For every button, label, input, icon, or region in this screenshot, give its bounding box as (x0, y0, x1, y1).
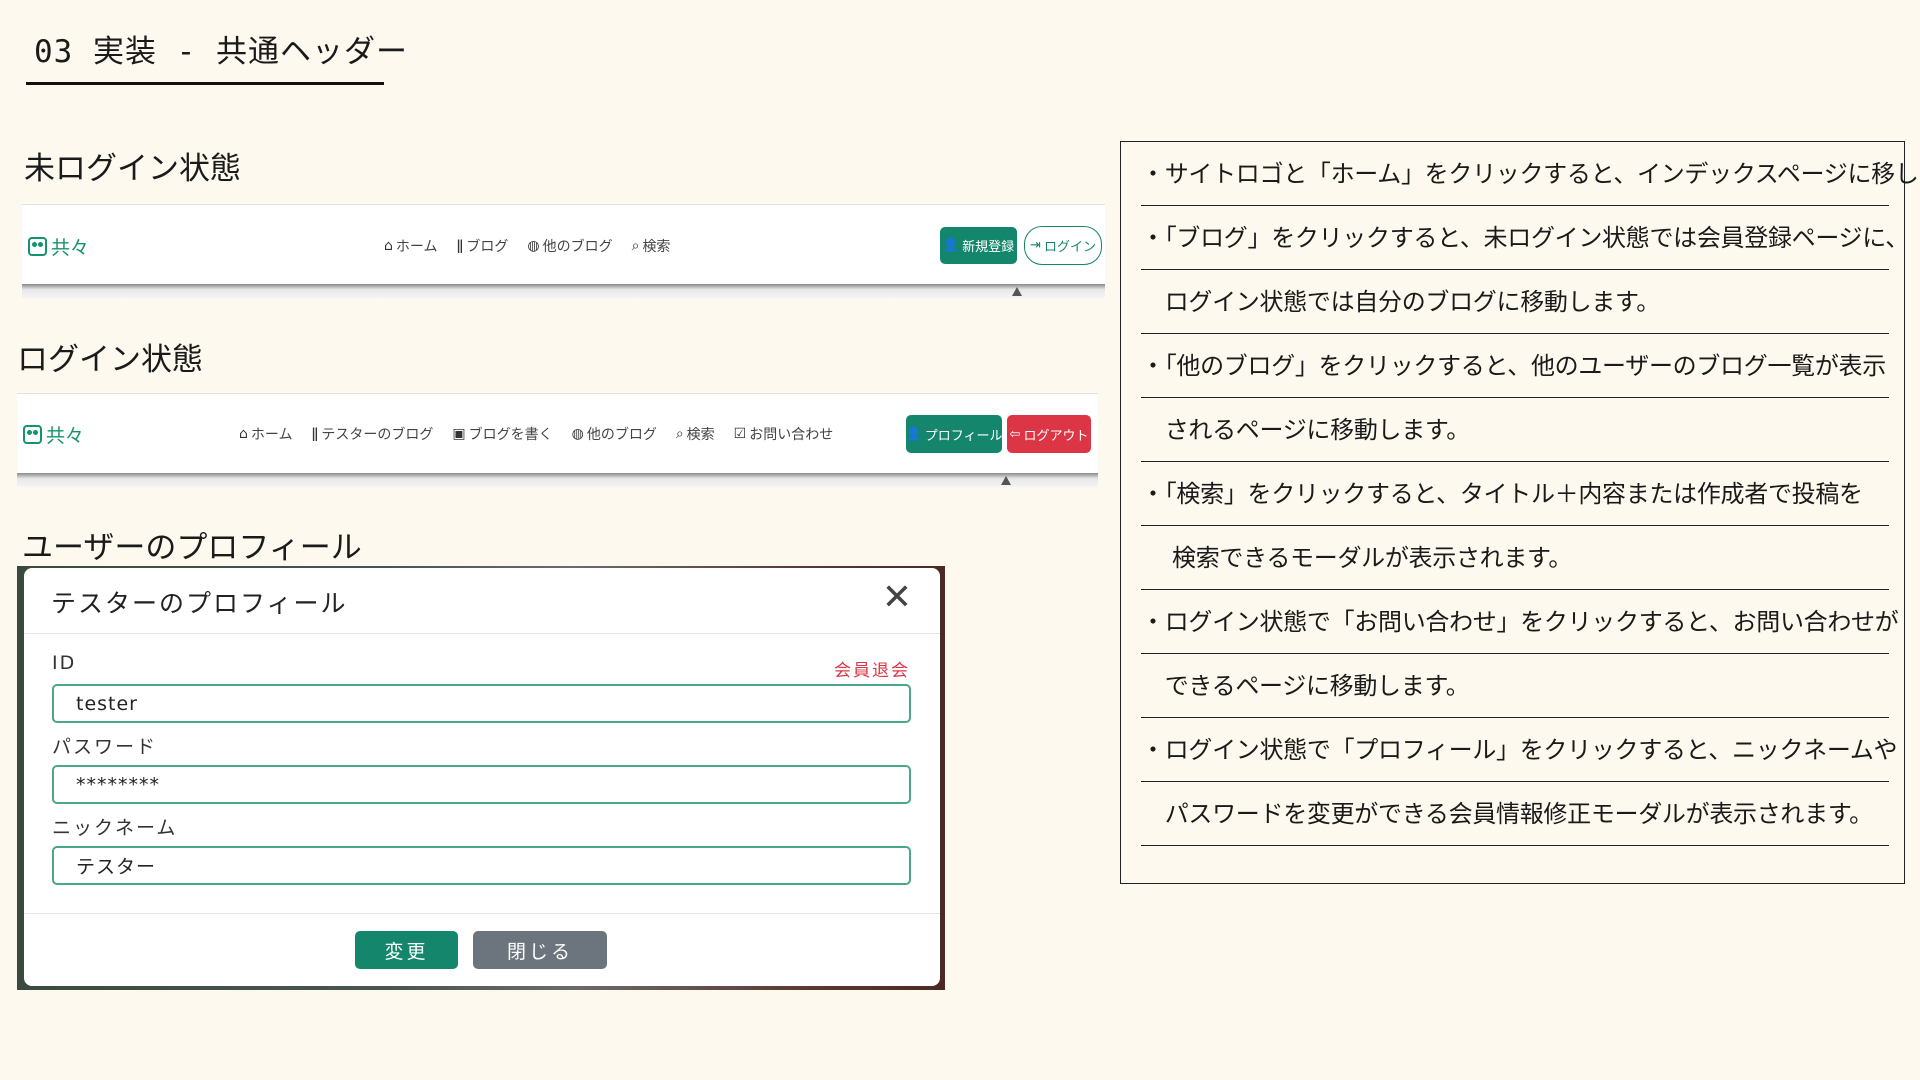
section-label-profile: ユーザーのプロフィール (22, 530, 362, 566)
notes-box: ・サイトロゴと「ホーム」をクリックすると、インデックスページに移します。 ・「ブ… (1120, 141, 1920, 884)
globe-icon: ◍ (527, 238, 540, 254)
note-line: ・ログイン状態で「プロフィール」をクリックすると、ニックネームや (1141, 718, 1898, 782)
note-line: 検索できるモーダルが表示されます。 (1141, 526, 1889, 590)
logout-icon: ⇦ (1009, 426, 1021, 442)
signup-button[interactable]: 👤 新規登録 (940, 227, 1017, 264)
nav-label: ブログ (466, 239, 509, 255)
home-icon: ⌂ (384, 238, 393, 254)
nav-home[interactable]: ⌂ ホーム (384, 236, 437, 256)
note-line: ログイン状態では自分のブログに移動します。 (1141, 270, 1889, 334)
nav-label: ホーム (395, 239, 438, 255)
nav-label: 検索 (686, 427, 715, 443)
close-button[interactable]: 閉じる (473, 931, 607, 969)
globe-icon: ◍ (571, 426, 584, 442)
title-underline (26, 82, 384, 85)
nav-label: 他のブログ (586, 427, 657, 443)
withdraw-link[interactable]: 会員退会 (834, 656, 910, 681)
nickname-field[interactable]: テスター (52, 846, 911, 885)
change-button[interactable]: 変更 (355, 931, 458, 969)
nav-label: 他のブログ (542, 239, 613, 255)
profile-modal: テスターのプロフィール ✕ ID 会員退会 tester パスワード *****… (24, 568, 940, 986)
nav-my-blog[interactable]: ǁ テスターのブログ (311, 424, 433, 444)
nav-label: ホーム (250, 427, 293, 443)
scroll-caret-icon (1012, 287, 1022, 296)
logout-button[interactable]: ⇦ ログアウト (1007, 415, 1091, 453)
nav-search[interactable]: ⌕ 検索 (632, 236, 671, 256)
pen-icon: ǁ (456, 238, 464, 254)
nav-home[interactable]: ⌂ ホーム (239, 424, 292, 444)
profile-button[interactable]: 👤 プロフィール (906, 415, 1002, 453)
note-line: ・「他のブログ」をクリックすると、他のユーザーのブログ一覧が表示 (1141, 334, 1889, 398)
header-logged-out: 共々 ⌂ ホーム ǁ ブログ ◍ 他のブログ ⌕ 検索 👤 新規登録 ⇥ ログイン (22, 204, 1105, 298)
header-shadow (17, 473, 1098, 487)
user-plus-icon: 👤 (942, 238, 960, 253)
pen-icon: ǁ (311, 426, 319, 442)
note-line: されるページに移動します。 (1141, 398, 1889, 462)
note-line: ・「ブログ」をクリックすると、未ログイン状態では会員登録ページに、 (1141, 206, 1909, 270)
section-label-logged-in: ログイン状態 (17, 342, 203, 378)
people-icon (23, 425, 42, 444)
nav-other-blogs[interactable]: ◍ 他のブログ (572, 424, 657, 444)
nav-contact[interactable]: ☑ お問い合わせ (734, 424, 834, 444)
nav-label: 検索 (642, 239, 671, 255)
login-icon: ⇥ (1030, 238, 1041, 253)
site-logo[interactable]: 共々 (28, 233, 89, 260)
slide-title: 03 実装 - 共通ヘッダー (34, 34, 408, 70)
logo-text: 共々 (51, 237, 90, 259)
login-button[interactable]: ⇥ ログイン (1024, 226, 1102, 265)
profile-label: プロフィール (924, 428, 1003, 444)
signup-label: 新規登録 (962, 240, 1015, 255)
edit-icon: ▣ (452, 426, 466, 442)
nav-logged-out: ⌂ ホーム ǁ ブログ ◍ 他のブログ ⌕ 検索 (384, 236, 689, 256)
nav-logged-in: ⌂ ホーム ǁ テスターのブログ ▣ ブログを書く ◍ 他のブログ ⌕ 検索 ☑ お問い合わ… (239, 424, 852, 444)
close-icon[interactable]: ✕ (882, 580, 912, 616)
password-label: パスワード (52, 736, 158, 758)
nav-blog[interactable]: ǁ ブログ (456, 236, 508, 256)
home-icon: ⌂ (239, 426, 248, 442)
nav-label: お問い合わせ (749, 427, 834, 443)
nav-label: テスターのブログ (321, 427, 434, 443)
nav-write-blog[interactable]: ▣ ブログを書く (452, 424, 552, 444)
note-line: ・サイトロゴと「ホーム」をクリックすると、インデックスページに移します。 (1141, 142, 1920, 206)
nav-label: ブログを書く (468, 427, 553, 443)
password-field[interactable]: ******** (52, 765, 911, 804)
search-icon: ⌕ (631, 238, 640, 254)
logo-text: 共々 (46, 425, 85, 447)
section-label-logged-out: 未ログイン状態 (24, 151, 241, 187)
nav-other-blogs[interactable]: ◍ 他のブログ (527, 236, 612, 256)
note-line: ・ログイン状態で「お問い合わせ」をクリックすると、お問い合わせが (1141, 590, 1899, 654)
modal-footer-divider (24, 913, 940, 914)
modal-header: テスターのプロフィール ✕ (24, 568, 940, 634)
note-line: パスワードを変更ができる会員情報修正モーダルが表示されます。 (1141, 782, 1889, 846)
nav-search[interactable]: ⌕ 検索 (676, 424, 715, 444)
id-field[interactable]: tester (52, 684, 911, 723)
mail-icon: ☑ (733, 426, 747, 442)
user-edit-icon: 👤 (905, 426, 922, 442)
site-logo[interactable]: 共々 (23, 421, 84, 448)
scroll-caret-icon (1001, 476, 1011, 485)
search-icon: ⌕ (675, 426, 684, 442)
login-label: ログイン (1043, 240, 1096, 255)
note-line: ・「検索」をクリックすると、タイトル＋内容または作成者で投稿を (1141, 462, 1889, 526)
header-shadow (22, 284, 1105, 298)
modal-title: テスターのプロフィール (51, 589, 348, 618)
note-line: できるページに移動します。 (1141, 654, 1889, 718)
nickname-label: ニックネーム (52, 817, 178, 839)
people-icon (28, 237, 47, 256)
header-logged-in: 共々 ⌂ ホーム ǁ テスターのブログ ▣ ブログを書く ◍ 他のブログ ⌕ 検索 ☑ お問… (17, 393, 1098, 487)
id-label: ID (52, 652, 77, 674)
logout-label: ログアウト (1023, 428, 1089, 444)
